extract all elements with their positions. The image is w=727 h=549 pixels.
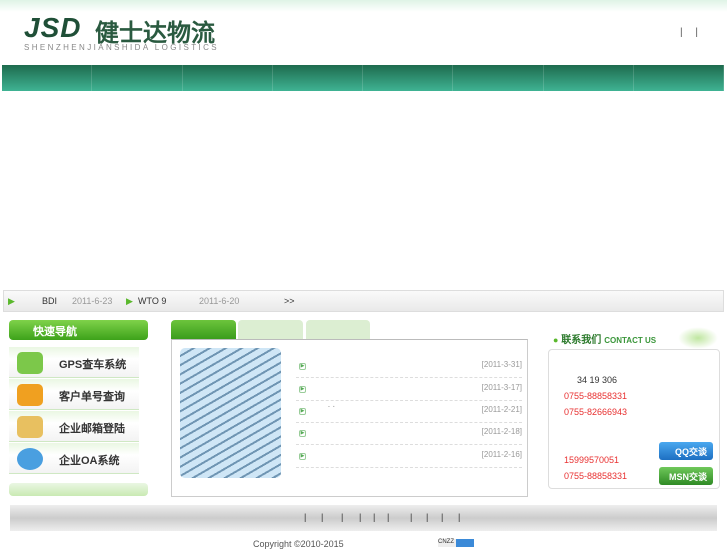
quick-nav-title: 快速导航	[9, 320, 148, 340]
contact-title-cn: 联系我们	[561, 335, 602, 346]
news-date: [2011-3-17]	[481, 383, 522, 392]
main-nav	[2, 65, 724, 91]
news-item[interactable]: ▶ [2011-2-16]	[296, 446, 522, 468]
quick-nav-oa[interactable]: 企业OA系统	[9, 443, 139, 474]
news-date: [2011-2-21]	[481, 405, 522, 414]
footer-link[interactable]: |	[304, 512, 306, 522]
contact-phone: 0755-88858331	[564, 391, 628, 401]
nav-item[interactable]	[544, 65, 634, 91]
news-title[interactable]: ˙ ˙	[328, 405, 336, 414]
footer-link[interactable]: |	[410, 512, 412, 522]
tab-2[interactable]	[238, 320, 303, 339]
news-ticker: ▶ BDI 2011-6-23 ▶ WTO 9 2011-6-20 >>	[3, 290, 724, 312]
bullet-icon: ▶	[299, 430, 306, 437]
footer-link[interactable]: |	[458, 512, 460, 522]
footer-link[interactable]: |	[341, 512, 343, 522]
contact-title: ● 联系我们 CONTACT US	[553, 331, 656, 346]
top-gradient	[0, 0, 727, 12]
nav-item[interactable]	[363, 65, 454, 91]
quick-nav-label: 企业邮箱登陆	[59, 423, 125, 435]
nav-item[interactable]	[453, 65, 544, 91]
ticker-title[interactable]: WTO 9	[138, 296, 166, 306]
more-link[interactable]: >>	[284, 296, 295, 306]
footer-link[interactable]: |	[426, 512, 428, 522]
news-date: [2011-2-16]	[481, 450, 522, 459]
gps-map-icon	[17, 352, 43, 374]
bullet-icon: ▶	[299, 386, 306, 393]
ticker-title[interactable]: BDI	[42, 296, 57, 306]
quick-nav-label: GPS查车系统	[59, 359, 127, 371]
footer-links: | | | | | | | | | |	[10, 505, 717, 531]
contact-address: 34 19 306	[577, 375, 618, 385]
top-links[interactable]: | |	[680, 27, 698, 38]
building-photo	[180, 348, 281, 478]
footer-link[interactable]: |	[373, 512, 375, 522]
contact-phone: 0755-88858331	[564, 471, 628, 481]
bullet-icon: ▶	[299, 408, 306, 415]
nav-item[interactable]	[273, 65, 363, 91]
quick-nav-tracking[interactable]: 客户单号查询	[9, 379, 139, 410]
copyright: Copyright ©2010-2015	[253, 539, 344, 549]
arrow-icon: ▶	[8, 296, 15, 306]
leaf-icon: ●	[553, 335, 559, 345]
envelope-icon	[17, 416, 43, 438]
oa-person-icon	[17, 448, 43, 470]
ticker-date: 2011-6-20	[199, 296, 240, 306]
news-date: [2011-2-18]	[481, 427, 522, 436]
news-item[interactable]: ▶ [2011-3-31]	[296, 356, 522, 378]
leaf-decoration-icon	[678, 327, 718, 349]
news-item[interactable]: ▶ [2011-2-18]	[296, 423, 522, 445]
quick-nav-gps[interactable]: GPS查车系统	[9, 347, 139, 378]
footer-link[interactable]: |	[321, 512, 323, 522]
msn-chat-button[interactable]: MSN交谈	[659, 467, 713, 485]
quick-nav-footer	[9, 483, 148, 496]
nav-item[interactable]	[2, 65, 93, 91]
contact-title-en: CONTACT US	[604, 336, 657, 345]
bullet-icon: ▶	[299, 453, 306, 460]
arrow-icon: ▶	[126, 296, 133, 306]
news-item[interactable]: ▶ [2011-3-17]	[296, 379, 522, 401]
news-item[interactable]: ▶ ˙ ˙ [2011-2-21]	[296, 401, 522, 423]
quick-nav-mail[interactable]: 企业邮箱登陆	[9, 411, 139, 442]
tab-1[interactable]	[171, 320, 236, 339]
tab-3[interactable]	[306, 320, 370, 339]
footer-link[interactable]: |	[387, 512, 389, 522]
contact-phone: 0755-82666943	[564, 407, 628, 417]
contact-mobile: 15999570051	[564, 455, 620, 465]
nav-item[interactable]	[634, 65, 724, 91]
ticker-date: 2011-6-23	[72, 296, 113, 306]
nav-item[interactable]	[183, 65, 273, 91]
bullet-icon: ▶	[299, 363, 306, 370]
footer-link[interactable]: |	[441, 512, 443, 522]
news-date: [2011-3-31]	[481, 360, 522, 369]
footer-link[interactable]: |	[359, 512, 361, 522]
logo-mark[interactable]: JSD	[24, 12, 81, 44]
cnzz-badge[interactable]: CNZZ	[438, 539, 474, 547]
nav-item[interactable]	[92, 65, 183, 91]
quick-nav-label: 客户单号查询	[59, 391, 125, 403]
cubes-icon	[17, 384, 43, 406]
qq-chat-button[interactable]: QQ交谈	[659, 442, 713, 460]
logo-english: SHENZHENJIANSHIDA LOGISTICS	[24, 43, 220, 52]
quick-nav-label: 企业OA系统	[59, 455, 120, 467]
